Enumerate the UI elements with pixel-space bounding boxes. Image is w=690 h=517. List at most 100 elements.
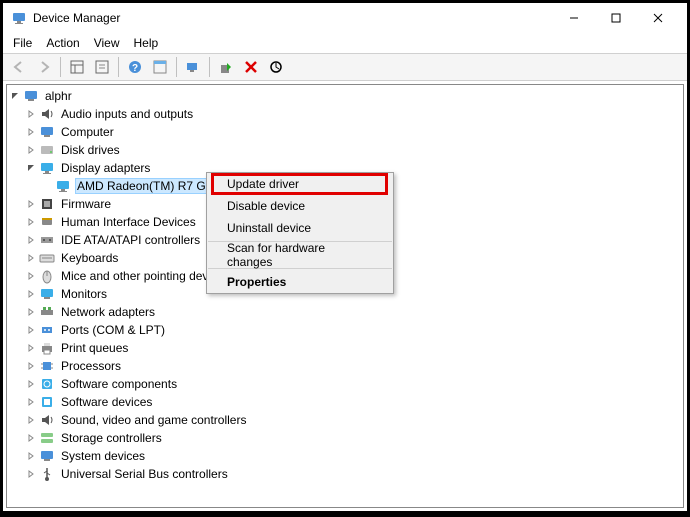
port-icon [39,322,55,338]
monitor-icon [39,286,55,302]
expand-icon[interactable] [25,360,37,372]
expand-icon[interactable] [25,324,37,336]
tree-item-label: Monitors [59,287,109,301]
window-title: Device Manager [33,11,553,25]
keyboard-icon [39,250,55,266]
enable-button[interactable] [214,55,238,79]
expand-icon[interactable] [25,252,37,264]
disk-icon [39,142,55,158]
expand-icon[interactable] [25,342,37,354]
root-label: alphr [43,89,74,103]
tree-item[interactable]: Software devices [7,393,683,411]
menu-help[interactable]: Help [128,35,165,51]
expand-icon[interactable] [25,270,37,282]
tree-item[interactable]: Storage controllers [7,429,683,447]
expand-icon[interactable] [25,468,37,480]
expand-icon[interactable] [25,378,37,390]
tree-item-label: System devices [59,449,147,463]
tree-item[interactable]: Processors [7,357,683,375]
separator [60,57,61,77]
expand-icon[interactable] [25,414,37,426]
update-driver-button[interactable] [264,55,288,79]
tree-item[interactable]: Computer [7,123,683,141]
expand-icon[interactable] [25,396,37,408]
network-icon [39,304,55,320]
titlebar[interactable]: Device Manager [3,3,687,33]
expand-icon[interactable] [25,126,37,138]
help-button[interactable]: ? [123,55,147,79]
tree-item-label: Disk drives [59,143,122,157]
minimize-button[interactable] [553,4,595,32]
expand-icon[interactable] [25,306,37,318]
swdev-icon [39,394,55,410]
tree-item-label: IDE ATA/ATAPI controllers [59,233,202,247]
tree-item[interactable]: Network adapters [7,303,683,321]
ctx-scan-hardware[interactable]: Scan for hardware changes [207,244,393,266]
tree-item-label: Audio inputs and outputs [59,107,195,121]
expand-icon[interactable] [25,144,37,156]
swcomp-icon [39,376,55,392]
computer-icon [39,124,55,140]
ctx-update-driver[interactable]: Update driver [207,173,393,195]
menu-view[interactable]: View [88,35,126,51]
display-icon [39,160,55,176]
show-hide-tree-button[interactable] [65,55,89,79]
tree-item-label: Ports (COM & LPT) [59,323,167,337]
tree-item-label: Print queues [59,341,130,355]
maximize-button[interactable] [595,4,637,32]
uninstall-button[interactable] [239,55,263,79]
collapse-icon[interactable] [25,162,37,174]
firmware-icon [39,196,55,212]
expand-icon[interactable] [25,450,37,462]
menu-file[interactable]: File [7,35,38,51]
device-manager-window: Device Manager File Action View Help ? [3,3,687,511]
collapse-icon[interactable] [9,90,21,102]
tree-item-label: Human Interface Devices [59,215,198,229]
expand-icon[interactable] [25,432,37,444]
tree-item-label: Keyboards [59,251,120,265]
ctx-disable-device[interactable]: Disable device [207,195,393,217]
ide-icon [39,232,55,248]
expand-icon[interactable] [25,108,37,120]
separator [209,57,210,77]
tree-item[interactable]: System devices [7,447,683,465]
tree-item[interactable]: Software components [7,375,683,393]
expand-icon[interactable] [25,198,37,210]
ctx-uninstall-device[interactable]: Uninstall device [207,217,393,239]
forward-button[interactable] [32,55,56,79]
display-icon [55,178,71,194]
back-button[interactable] [7,55,31,79]
audio-icon [39,106,55,122]
svg-text:?: ? [132,63,138,74]
tree-panel[interactable]: alphr Audio inputs and outputs Computer … [6,84,684,508]
tree-item-label: Sound, video and game controllers [59,413,248,427]
close-button[interactable] [637,4,679,32]
menu-action[interactable]: Action [40,35,85,51]
properties-button[interactable] [90,55,114,79]
tree-item[interactable]: Audio inputs and outputs [7,105,683,123]
tree-item-label: Firmware [59,197,113,211]
expand-icon[interactable] [25,288,37,300]
system-icon [39,448,55,464]
context-menu: Update driver Disable device Uninstall d… [206,172,394,294]
tree-item[interactable]: Disk drives [7,141,683,159]
action-button[interactable] [148,55,172,79]
tree-item[interactable]: Ports (COM & LPT) [7,321,683,339]
tree-item-label: Computer [59,125,116,139]
tree-item-label: Display adapters [59,161,152,175]
tree-item[interactable]: Print queues [7,339,683,357]
tree-root[interactable]: alphr [7,87,683,105]
storage-icon [39,430,55,446]
tree-item-label: Network adapters [59,305,157,319]
expand-icon[interactable] [25,216,37,228]
computer-icon [23,88,39,104]
tree-item[interactable]: Universal Serial Bus controllers [7,465,683,483]
separator [118,57,119,77]
expand-icon[interactable] [25,234,37,246]
hid-icon [39,214,55,230]
sound-icon [39,412,55,428]
app-icon [11,10,27,26]
scan-hardware-button[interactable] [181,55,205,79]
ctx-properties[interactable]: Properties [207,271,393,293]
tree-item[interactable]: Sound, video and game controllers [7,411,683,429]
